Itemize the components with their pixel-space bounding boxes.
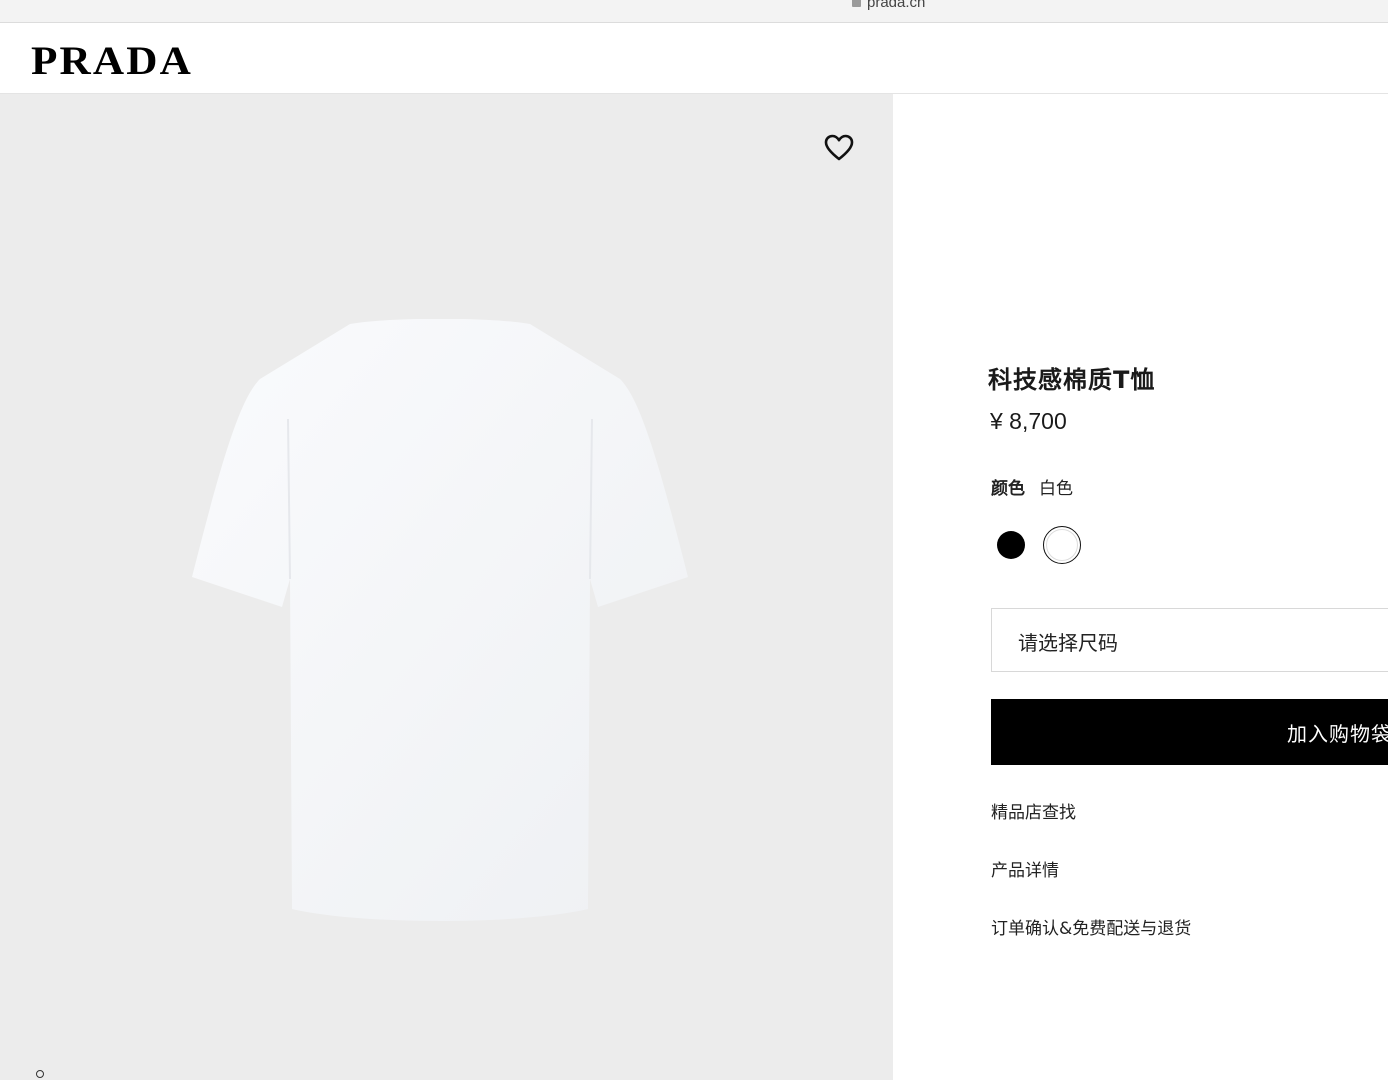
swatch-black[interactable] [997,531,1025,559]
color-value: 白色 [1039,479,1073,499]
url-display[interactable]: prada.cn [852,0,925,11]
product-info-panel: 科技感棉质T恤 ¥ 8,700 颜色 白色 请选择尺码 加入购物袋 精品店查找 … [893,94,1388,1080]
product-title: 科技感棉质T恤 [988,366,1156,394]
product-price: ¥ 8,700 [990,408,1067,434]
url-text: prada.cn [867,0,926,11]
add-to-bag-label: 加入购物袋 [1287,722,1388,746]
heart-outline-icon [824,134,854,161]
product-page: prada.cn PRADA 科技感棉质T恤 ¥ 8,700 颜色 白色 请选择… [0,0,1388,1080]
store-locator-link[interactable]: 精品店查找 [991,798,1076,823]
gallery-pager-dot[interactable] [36,1070,44,1078]
product-image-tshirt [192,319,688,921]
swatch-white [1046,529,1078,561]
size-select-placeholder: 请选择尺码 [1018,631,1118,655]
swatch-white-selected[interactable] [1043,526,1081,564]
lock-icon [852,0,861,7]
color-label: 颜色 [991,479,1025,499]
product-image-gallery[interactable] [0,94,893,1080]
site-header: PRADA [0,23,1388,94]
size-select-dropdown[interactable]: 请选择尺码 [991,608,1388,672]
prada-logo[interactable]: PRADA [31,37,193,84]
add-to-bag-button[interactable]: 加入购物袋 [991,699,1388,765]
browser-address-bar[interactable]: prada.cn [0,0,1388,23]
shipping-returns-link[interactable]: 订单确认&免费配送与退货 [991,914,1191,939]
wishlist-button[interactable] [822,131,856,165]
color-swatches [997,526,1149,564]
swatch-placeholder [1099,531,1149,559]
product-details-link[interactable]: 产品详情 [991,856,1059,881]
color-info: 颜色 白色 [991,474,1073,499]
